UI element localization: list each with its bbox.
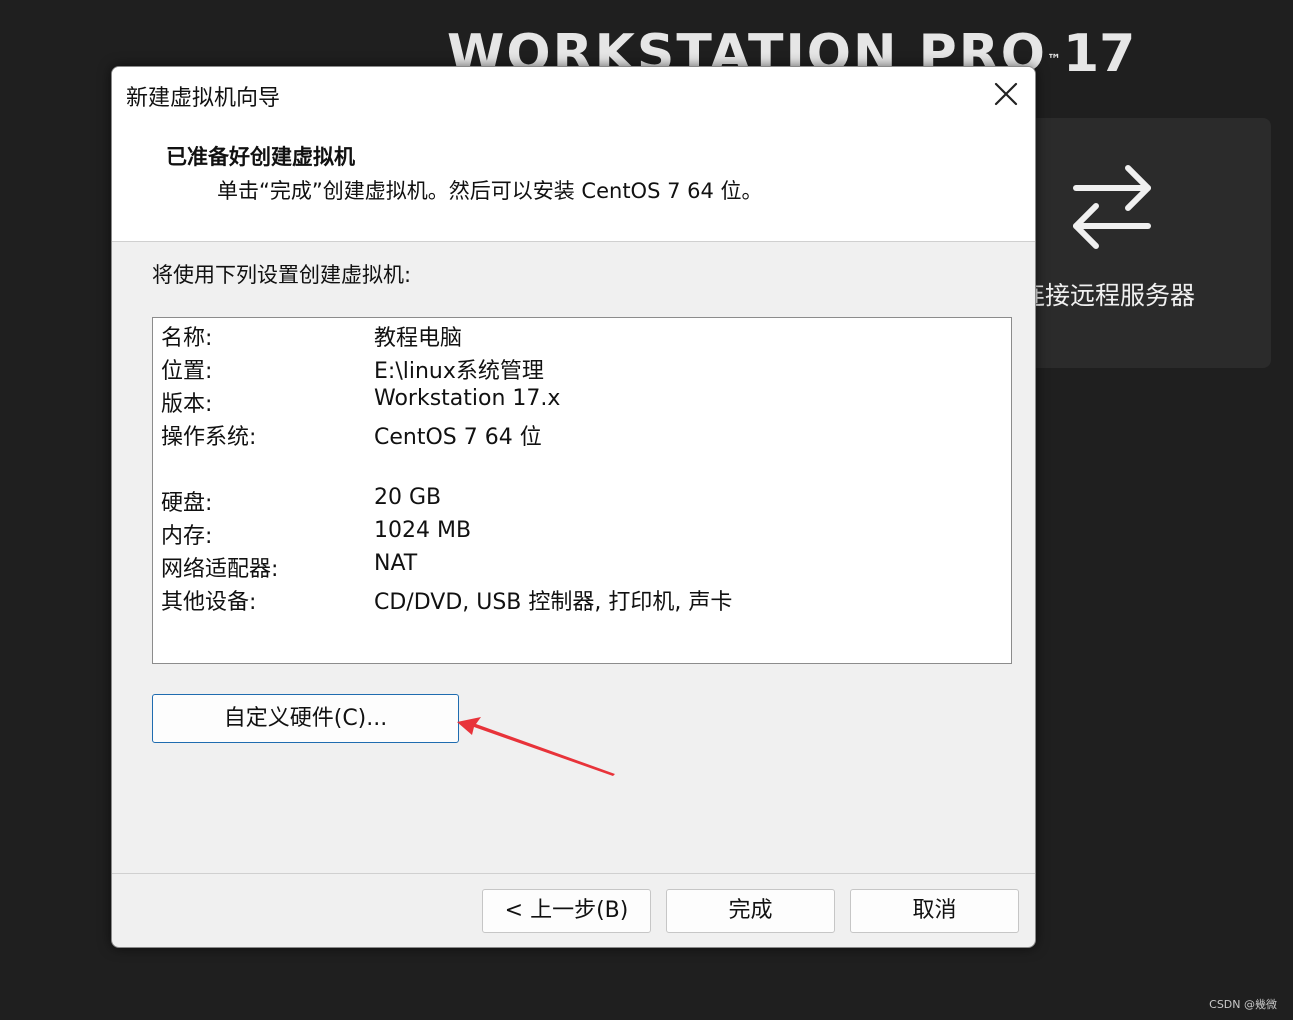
summary-value: E:\linux系统管理 bbox=[374, 359, 544, 384]
csdn-watermark: CSDN @幾微 bbox=[1209, 998, 1277, 1011]
brand-trademark: ™ bbox=[1047, 52, 1063, 68]
connect-remote-server-label: 连接远程服务器 bbox=[1020, 281, 1196, 310]
dialog-title: 新建虚拟机向导 bbox=[126, 86, 281, 111]
red-arrow-annotation bbox=[457, 717, 615, 776]
finish-button[interactable]: 完成 bbox=[666, 889, 835, 933]
customize-hardware-button[interactable]: 自定义硬件(C)... bbox=[152, 694, 459, 743]
summary-key: 操作系统: bbox=[161, 425, 257, 450]
settings-intro-text: 将使用下列设置创建虚拟机: bbox=[152, 263, 412, 287]
header-subtitle: 单击“完成”创建虚拟机。然后可以安装 CentOS 7 64 位。 bbox=[217, 179, 763, 203]
header-title: 已准备好创建虚拟机 bbox=[166, 145, 355, 169]
new-vm-wizard-dialog: 新建虚拟机向导 已准备好创建虚拟机 单击“完成”创建虚拟机。然后可以安装 Cen… bbox=[111, 66, 1036, 948]
settings-summary-box: 名称: 教程电脑 位置: E:\linux系统管理 版本: Workstatio… bbox=[152, 317, 1012, 664]
summary-key: 版本: bbox=[161, 392, 213, 417]
brand-version: 17 bbox=[1063, 24, 1136, 84]
swap-arrows-icon bbox=[1073, 165, 1151, 249]
arrow-shape bbox=[457, 717, 615, 776]
wizard-header: 已准备好创建虚拟机 单击“完成”创建虚拟机。然后可以安装 CentOS 7 64… bbox=[112, 123, 1035, 242]
summary-key: 位置: bbox=[161, 359, 213, 384]
summary-value: CD/DVD, USB 控制器, 打印机, 声卡 bbox=[374, 590, 733, 615]
summary-value: 20 GB bbox=[374, 485, 442, 510]
summary-key: 名称: bbox=[161, 326, 213, 351]
summary-key: 硬盘: bbox=[161, 491, 213, 516]
summary-key: 其他设备: bbox=[161, 590, 257, 615]
summary-key: 网络适配器: bbox=[161, 557, 279, 582]
cancel-button[interactable]: 取消 bbox=[850, 889, 1019, 933]
summary-key: 内存: bbox=[161, 524, 213, 549]
summary-value: CentOS 7 64 位 bbox=[374, 425, 542, 450]
back-button[interactable]: < 上一步(B) bbox=[482, 889, 651, 933]
dialog-titlebar: 新建虚拟机向导 bbox=[112, 67, 1035, 123]
footer-divider bbox=[112, 873, 1035, 874]
summary-value: Workstation 17.x bbox=[374, 386, 561, 411]
summary-value: 1024 MB bbox=[374, 518, 472, 543]
summary-value: NAT bbox=[374, 551, 418, 576]
close-icon[interactable] bbox=[993, 81, 1019, 107]
summary-value: 教程电脑 bbox=[374, 326, 463, 351]
